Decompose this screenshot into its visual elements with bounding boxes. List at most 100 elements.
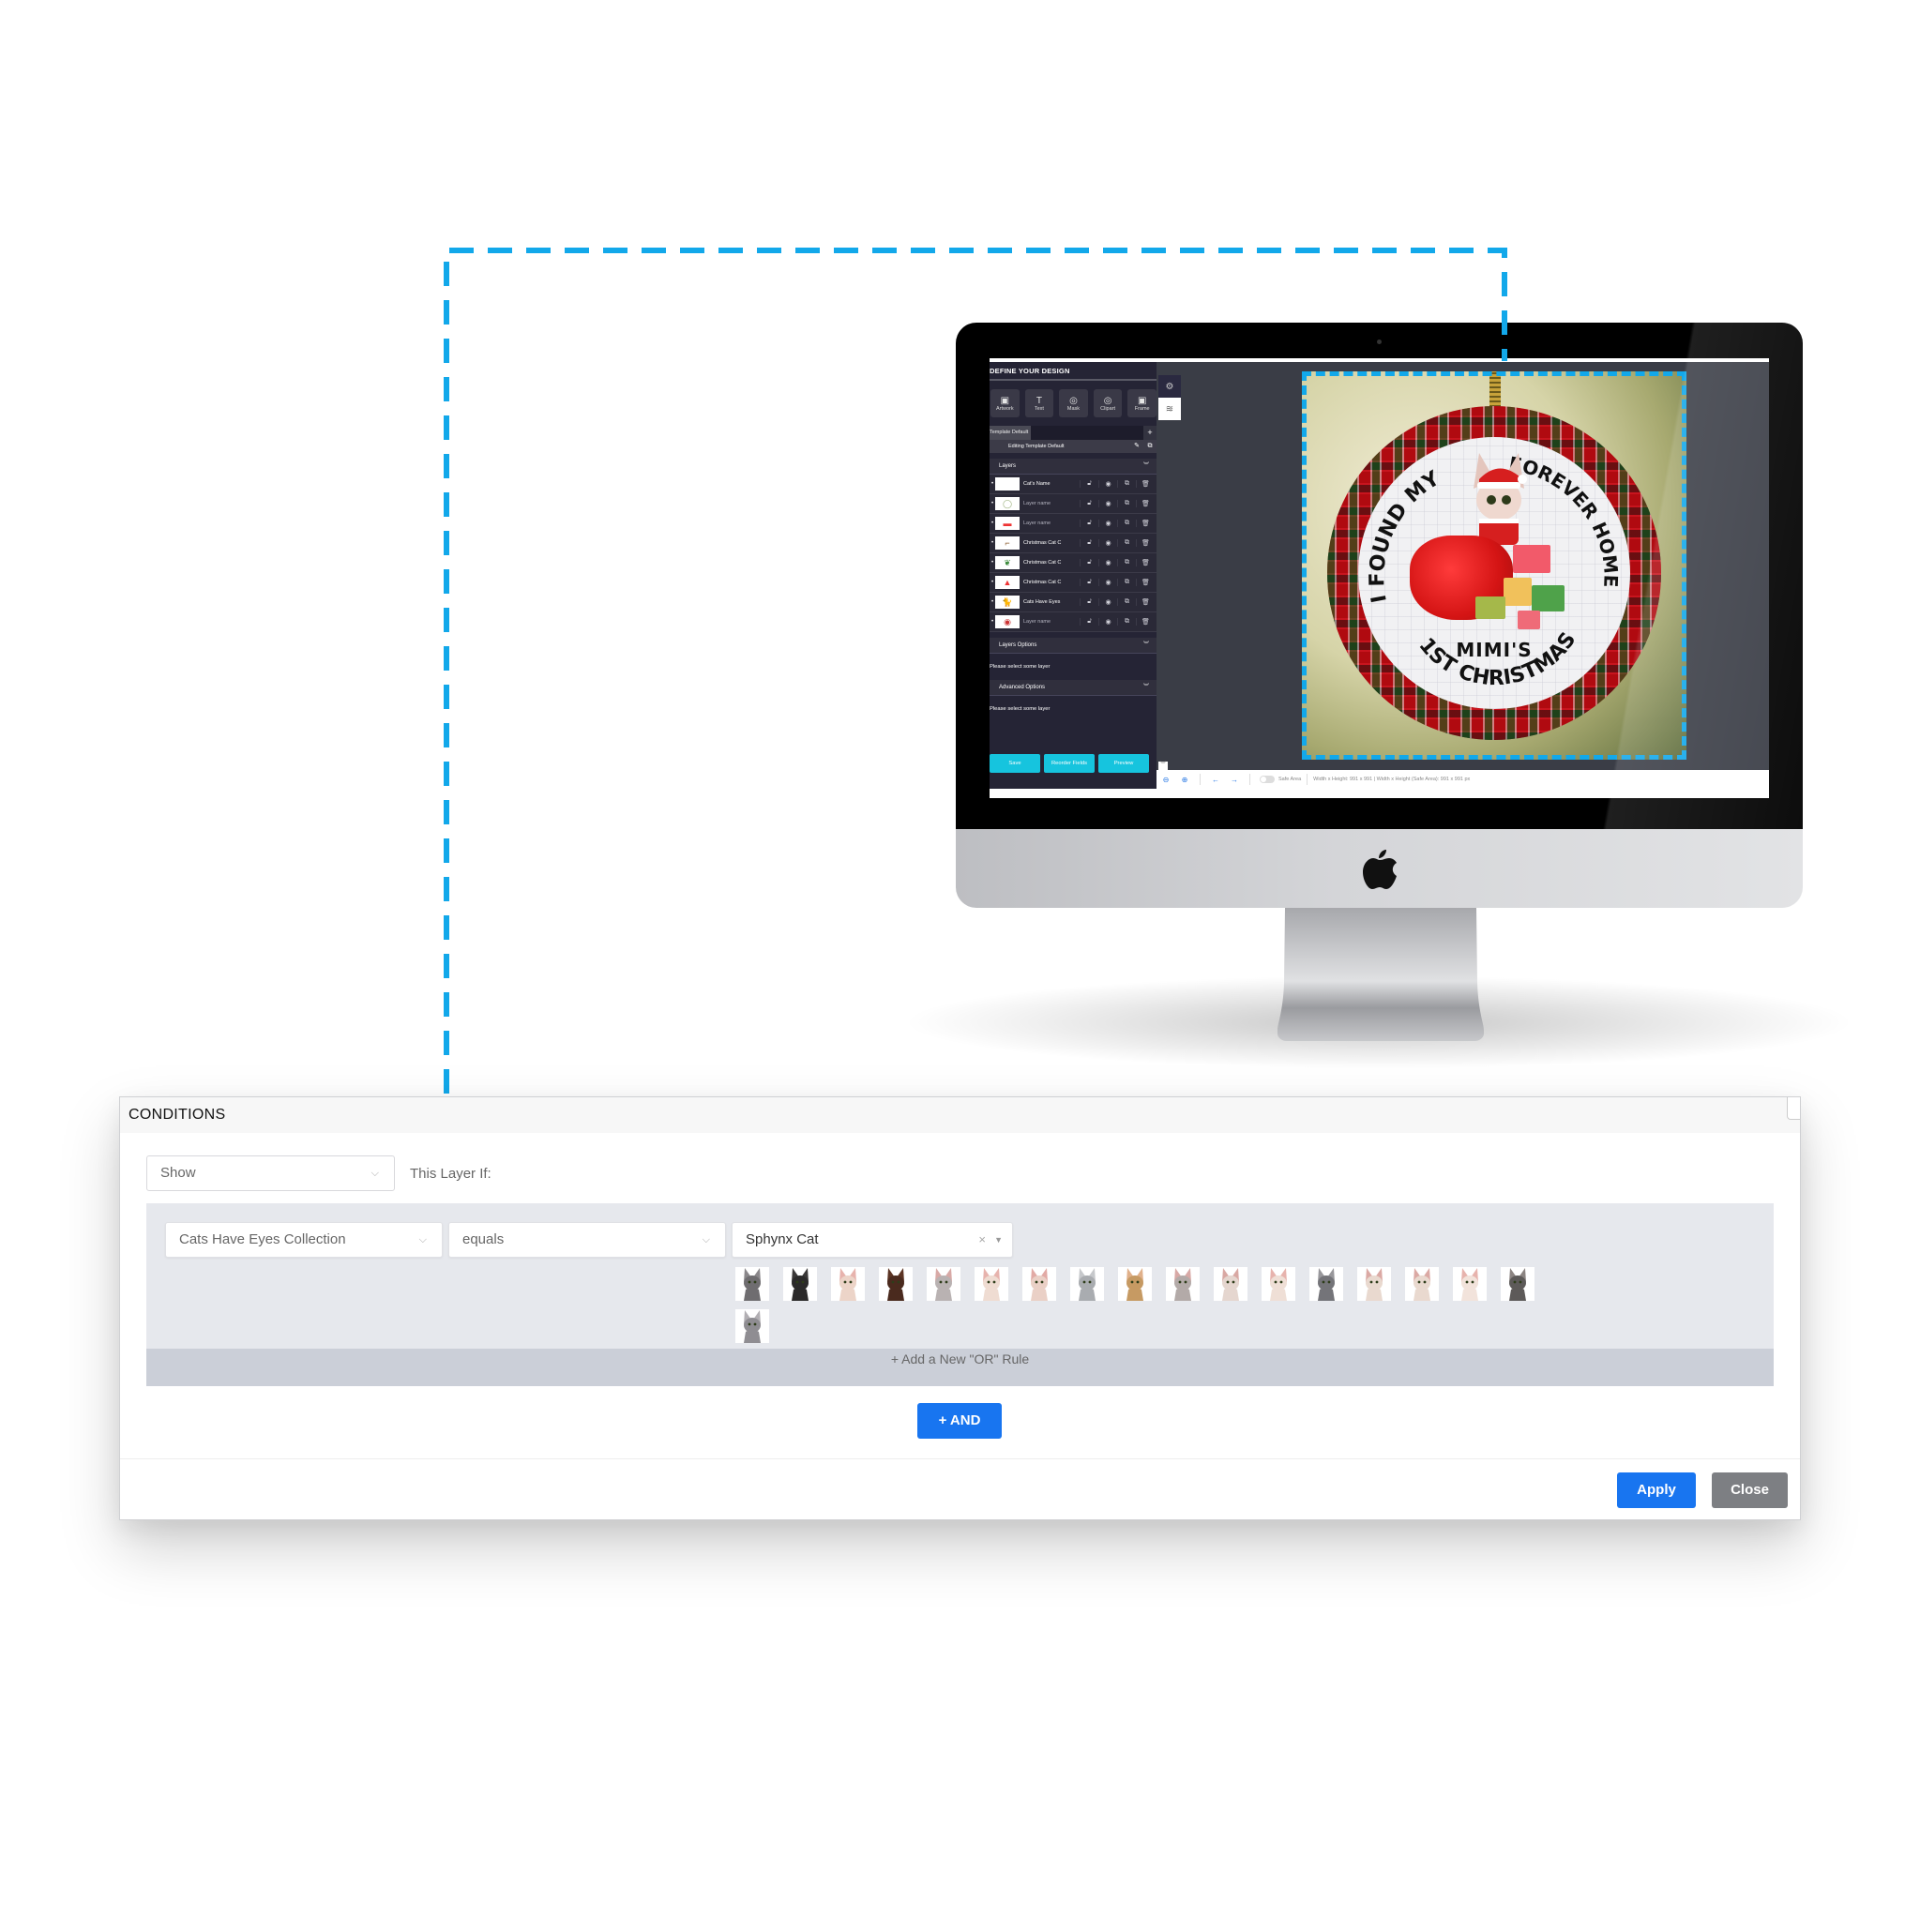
- cat-variant-thumbnail[interactable]: [879, 1267, 913, 1301]
- settings-gear-icon[interactable]: ⚙: [1158, 375, 1181, 398]
- cat-variant-thumbnail[interactable]: [735, 1309, 769, 1343]
- tool-frame[interactable]: ▣ Frame: [1127, 389, 1157, 417]
- add-and-button[interactable]: + AND: [917, 1403, 1002, 1439]
- layer-row[interactable]: • 🐈 Cats Have Eyes 🔓︎ ◉ ⧉ 🗑︎: [990, 593, 1157, 612]
- duplicate-icon[interactable]: ⧉: [1117, 520, 1136, 527]
- add-or-rule-link[interactable]: + Add a New "OR" Rule: [146, 1349, 1774, 1369]
- reorder-fields-button[interactable]: Reorder Fields: [1044, 754, 1095, 773]
- layer-row[interactable]: • T Cat's Name 🔓︎ ◉ ⧉ 🗑︎: [990, 475, 1157, 494]
- chevron-double-down-icon: ︾: [1143, 463, 1150, 469]
- layer-name: Layer name: [1023, 521, 1051, 526]
- layer-row[interactable]: • ◉ Layer name 🔓︎ ◉ ⧉ 🗑︎: [990, 612, 1157, 632]
- cat-variant-thumbnail[interactable]: [1309, 1267, 1343, 1301]
- add-template-button[interactable]: +: [1143, 426, 1157, 440]
- lock-icon[interactable]: 🔓︎: [1080, 500, 1098, 507]
- layer-row[interactable]: • ❦ Christmas Cat C 🔓︎ ◉ ⧉ 🗑︎: [990, 553, 1157, 573]
- lock-icon[interactable]: 🔓︎: [1080, 579, 1098, 586]
- cat-variant-thumbnail[interactable]: [1453, 1267, 1487, 1301]
- zoom-out-icon[interactable]: ⊖: [1157, 776, 1175, 784]
- cat-variant-thumbnail[interactable]: [1262, 1267, 1295, 1301]
- duplicate-icon[interactable]: ⧉: [1117, 500, 1136, 507]
- cat-variant-thumbnail[interactable]: [1357, 1267, 1391, 1301]
- eye-icon[interactable]: ◉: [1098, 520, 1117, 527]
- duplicate-icon[interactable]: ⧉: [1117, 618, 1136, 626]
- trash-icon[interactable]: 🗑︎: [1136, 618, 1155, 626]
- collapse-toolbar-icon[interactable]: ︾: [1158, 762, 1168, 770]
- trash-icon[interactable]: 🗑︎: [1136, 539, 1155, 547]
- layer-row[interactable]: • ▲ Christmas Cat C 🔓︎ ◉ ⧉ 🗑︎: [990, 573, 1157, 593]
- cat-variant-thumbnail[interactable]: [831, 1267, 865, 1301]
- tool-clipart[interactable]: ◎ Clipart: [1093, 389, 1123, 417]
- cat-variant-thumbnail[interactable]: [1070, 1267, 1104, 1301]
- layer-row[interactable]: • ◯ Layer name 🔓︎ ◉ ⧉ 🗑︎: [990, 494, 1157, 514]
- duplicate-icon[interactable]: ⧉: [1117, 559, 1136, 566]
- image-icon: ▣: [1000, 395, 1010, 406]
- design-canvas[interactable]: I FOUND MY FOREVER HOME 1ST CHRISTMAS: [1302, 371, 1686, 760]
- tab-template-default[interactable]: Template Default: [990, 426, 1031, 440]
- lock-icon[interactable]: 🔓︎: [1080, 480, 1098, 488]
- layers-section-header[interactable]: Layers ︾: [990, 459, 1157, 475]
- preview-button[interactable]: Preview: [1098, 754, 1149, 773]
- field-select[interactable]: Cats Have Eyes Collection ⌵: [165, 1222, 443, 1258]
- save-button[interactable]: Save: [990, 754, 1040, 773]
- duplicate-icon[interactable]: ⧉: [1117, 480, 1136, 488]
- eye-icon[interactable]: ◉: [1098, 598, 1117, 606]
- duplicate-icon[interactable]: ⧉: [1117, 539, 1136, 547]
- gift-box: [1504, 578, 1532, 606]
- chevron-double-down-icon: ︾: [1143, 685, 1150, 690]
- layer-row[interactable]: • ⌐ Christmas Cat C 🔓︎ ◉ ⧉ 🗑︎: [990, 534, 1157, 553]
- cat-variant-thumbnail[interactable]: [1214, 1267, 1247, 1301]
- lock-icon[interactable]: 🔓︎: [1080, 520, 1098, 527]
- trash-icon[interactable]: 🗑︎: [1136, 500, 1155, 507]
- lock-icon[interactable]: 🔓︎: [1080, 539, 1098, 547]
- cat-variant-thumbnail[interactable]: [783, 1267, 817, 1301]
- safe-area-toggle[interactable]: [1260, 776, 1275, 783]
- lock-icon[interactable]: 🔓︎: [1080, 618, 1098, 626]
- dimensions-readout: Width x Height: 991 x 991 | Width x Heig…: [1313, 777, 1471, 782]
- eye-icon[interactable]: ◉: [1098, 480, 1117, 488]
- duplicate-icon[interactable]: ⧉: [1117, 598, 1136, 606]
- trash-icon[interactable]: 🗑︎: [1136, 579, 1155, 586]
- clear-icon[interactable]: ×: [978, 1223, 986, 1257]
- cat-variant-thumbnail[interactable]: [1022, 1267, 1056, 1301]
- duplicate-icon[interactable]: ⧉: [1117, 579, 1136, 586]
- tool-artwork[interactable]: ▣ Artwork: [990, 389, 1020, 417]
- imac-mockup: DEFINE YOUR DESIGN ▣ Artwork T Text ◎ Mask ◎ Cl…: [956, 323, 1803, 1045]
- trash-icon[interactable]: 🗑︎: [1136, 598, 1155, 606]
- trash-icon[interactable]: 🗑︎: [1136, 480, 1155, 488]
- trash-icon[interactable]: 🗑︎: [1136, 520, 1155, 527]
- cat-variant-thumbnail[interactable]: [927, 1267, 960, 1301]
- cat-variant-thumbnail[interactable]: [1405, 1267, 1439, 1301]
- advanced-options-header[interactable]: Advanced Options ︾: [990, 680, 1157, 696]
- apply-button[interactable]: Apply: [1617, 1472, 1696, 1508]
- zoom-in-icon[interactable]: ⊕: [1175, 776, 1194, 784]
- cat-variant-thumbnail[interactable]: [735, 1267, 769, 1301]
- cat-variant-thumbnail[interactable]: [1118, 1267, 1152, 1301]
- layers-options-header[interactable]: Layers Options ︾: [990, 638, 1157, 654]
- eye-icon[interactable]: ◉: [1098, 618, 1117, 626]
- modal-resize-handle[interactable]: [1787, 1097, 1800, 1120]
- redo-arrow-icon[interactable]: →: [1225, 776, 1244, 784]
- eye-icon[interactable]: ◉: [1098, 539, 1117, 547]
- caret-down-icon[interactable]: ▼: [994, 1223, 1003, 1257]
- lock-icon[interactable]: 🔓︎: [1080, 598, 1098, 606]
- lock-icon[interactable]: 🔓︎: [1080, 559, 1098, 566]
- tool-mask[interactable]: ◎ Mask: [1059, 389, 1088, 417]
- cat-variant-thumbnail[interactable]: [1501, 1267, 1534, 1301]
- tool-text[interactable]: T Text: [1024, 389, 1054, 417]
- cat-variant-thumbnail[interactable]: [1166, 1267, 1200, 1301]
- trash-icon[interactable]: 🗑︎: [1136, 559, 1155, 566]
- operator-select[interactable]: equals ⌵: [448, 1222, 726, 1258]
- eye-icon[interactable]: ◉: [1098, 559, 1117, 566]
- eye-icon[interactable]: ◉: [1098, 579, 1117, 586]
- undo-arrow-icon[interactable]: ←: [1206, 776, 1225, 784]
- pencil-icon[interactable]: ✎: [1130, 440, 1143, 453]
- eye-icon[interactable]: ◉: [1098, 500, 1117, 507]
- cat-variant-thumbnail[interactable]: [975, 1267, 1008, 1301]
- value-select[interactable]: Sphynx Cat × ▼: [732, 1222, 1013, 1258]
- close-button[interactable]: Close: [1712, 1472, 1788, 1508]
- action-select[interactable]: Show ⌵: [146, 1155, 395, 1191]
- layers-stack-icon[interactable]: ≋: [1158, 398, 1181, 420]
- layer-row[interactable]: • ▬ Layer name 🔓︎ ◉ ⧉ 🗑︎: [990, 514, 1157, 534]
- copy-icon[interactable]: ⧉: [1143, 440, 1157, 453]
